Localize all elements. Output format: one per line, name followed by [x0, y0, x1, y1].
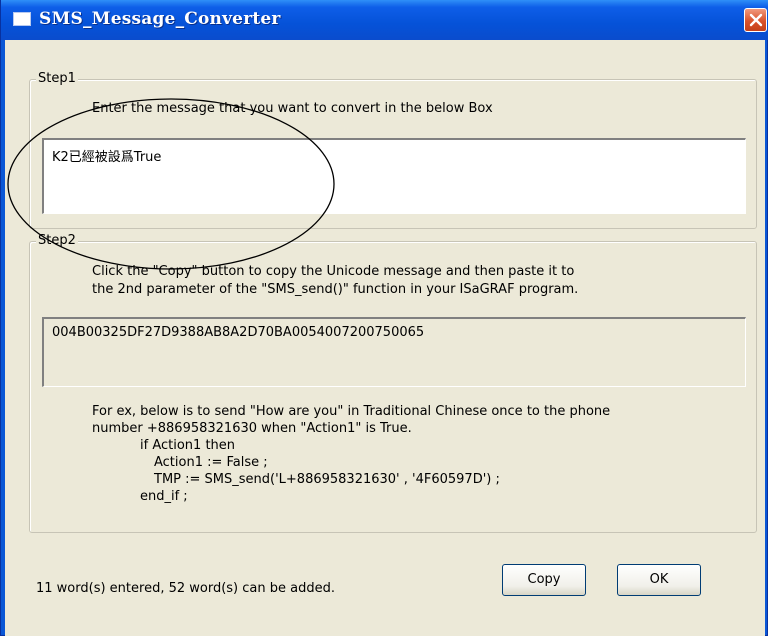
step1-instruction: Enter the message that you want to conve…: [92, 101, 493, 116]
copy-button[interactable]: Copy: [502, 564, 586, 596]
example-line: if Action1 then: [140, 438, 236, 453]
example-line: For ex, below is to send "How are you" i…: [92, 404, 611, 419]
title-bar[interactable]: SMS_Message_Converter: [1, 0, 768, 40]
example-line: Action1 := False ;: [154, 455, 268, 470]
message-input[interactable]: K2已經被設爲True: [42, 138, 746, 214]
window-title: SMS_Message_Converter: [39, 9, 281, 29]
message-input-value: K2已經被設爲True: [52, 150, 162, 165]
close-button[interactable]: [744, 8, 767, 32]
step1-group: Step1 Enter the message that you want to…: [29, 71, 757, 229]
step2-legend: Step2: [36, 233, 78, 248]
ok-button[interactable]: OK: [617, 564, 701, 596]
step2-instruction-line2: the 2nd parameter of the "SMS_send()" fu…: [92, 282, 579, 297]
step1-legend: Step1: [36, 71, 78, 86]
example-line: TMP := SMS_send('L+886958321630' , '4F60…: [154, 472, 500, 487]
unicode-output-value: 004B00325DF27D9388AB8A2D70BA005400720075…: [52, 325, 425, 340]
example-line: number +886958321630 when "Action1" is T…: [92, 421, 412, 436]
app-window: SMS_Message_Converter Step1 Enter the me…: [0, 0, 768, 636]
step2-instruction-line1: Click the "Copy" button to copy the Unic…: [92, 264, 575, 279]
word-count-status: 11 word(s) entered, 52 word(s) can be ad…: [36, 581, 335, 596]
close-icon: [749, 13, 763, 27]
step2-group: Step2 Click the "Copy" button to copy th…: [29, 233, 757, 533]
dialog-client-area: Step1 Enter the message that you want to…: [5, 40, 765, 636]
example-line: end_if ;: [140, 489, 188, 504]
window-icon: [13, 12, 31, 26]
unicode-output-field: 004B00325DF27D9388AB8A2D70BA005400720075…: [42, 317, 746, 387]
